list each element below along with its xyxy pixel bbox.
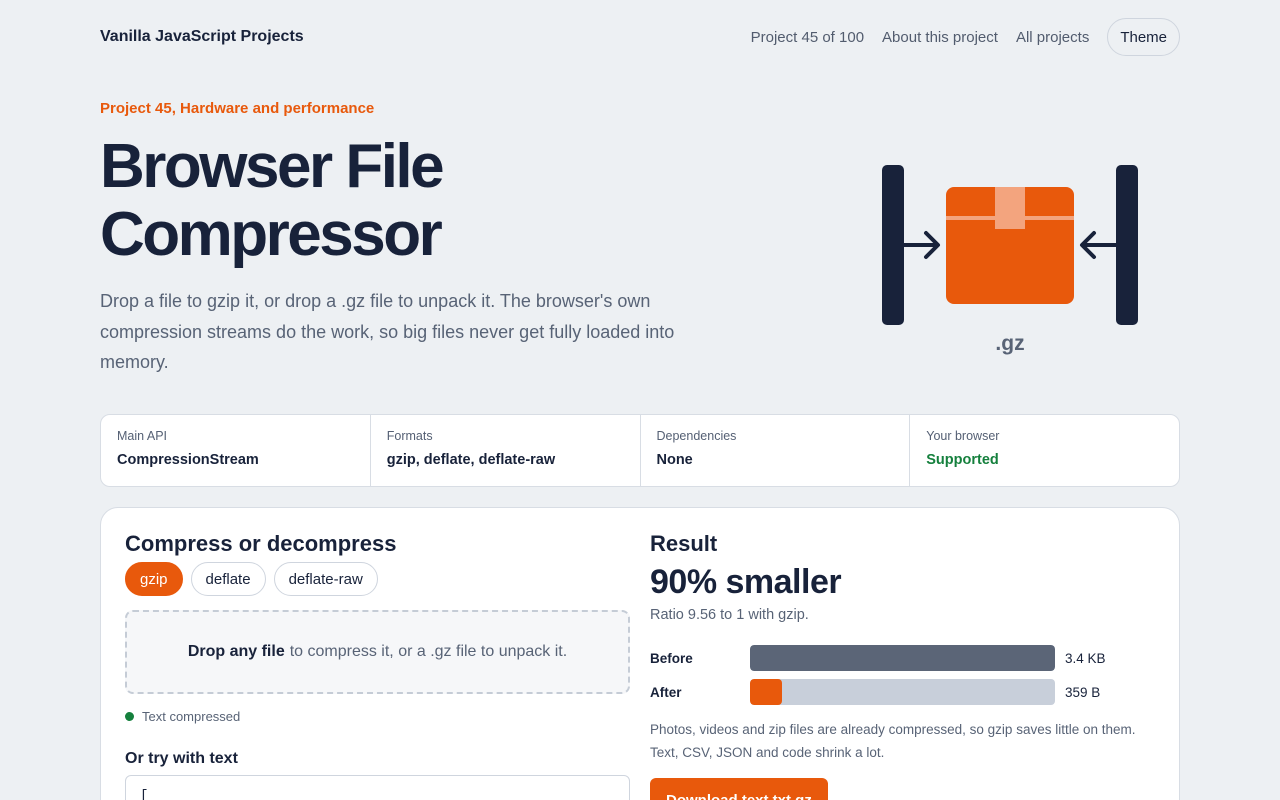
theme-toggle-button[interactable]: Theme: [1107, 18, 1180, 56]
dropzone-text: to compress it, or a .gz file to unpack …: [289, 643, 568, 660]
stat-label: Your browser: [926, 429, 1000, 443]
savings-headline: 90% smaller: [650, 563, 842, 601]
stats-strip: Main API CompressionStream Formats gzip,…: [100, 414, 1180, 487]
before-label: Before: [650, 650, 693, 666]
status-line: Text compressed: [125, 709, 240, 724]
after-size: 359 B: [1065, 684, 1101, 700]
stat-browser-support: Your browser Supported: [910, 415, 1179, 486]
format-selector: gzip deflate deflate-raw: [125, 562, 378, 596]
format-deflate-button[interactable]: deflate: [190, 562, 266, 596]
after-bar-track: [750, 679, 1055, 705]
after-bar-fill: [750, 679, 783, 705]
stat-value: CompressionStream: [117, 452, 259, 468]
page-title: Browser File Compressor: [100, 132, 445, 269]
after-label: After: [650, 684, 682, 700]
dropzone-strong-text: Drop any file: [187, 643, 285, 660]
before-bar-fill: [750, 645, 1055, 671]
try-text-label: Or try with text: [125, 750, 238, 767]
format-gzip-button[interactable]: gzip: [125, 562, 183, 596]
all-projects-link[interactable]: All projects: [1016, 29, 1089, 46]
project-progress-link[interactable]: Project 45 of 100: [751, 29, 864, 46]
compression-note: Photos, videos and zip files are already…: [650, 722, 1136, 760]
file-dropzone[interactable]: Drop any file to compress it, or a .gz f…: [125, 610, 630, 694]
compressor-card: Compress or decompress gzip deflate defl…: [100, 507, 1180, 800]
tool-heading: Compress or decompress: [125, 531, 397, 556]
before-bar-row: Before 3.4 KB: [650, 645, 1130, 671]
top-nav-bar: Vanilla JavaScript Projects Project 45 o…: [100, 18, 1180, 56]
stat-dependencies: Dependencies None: [641, 415, 911, 486]
gz-caption: .gz: [995, 332, 1024, 355]
stat-value: None: [656, 452, 693, 468]
before-bar-track: [750, 645, 1055, 671]
stat-label: Formats: [386, 429, 433, 443]
text-input[interactable]: [125, 775, 630, 800]
site-brand[interactable]: Vanilla JavaScript Projects: [100, 28, 304, 46]
format-deflate-raw-button[interactable]: deflate-raw: [273, 562, 378, 596]
support-status-value: Supported: [926, 452, 999, 468]
stat-label: Dependencies: [656, 429, 737, 443]
ratio-text: Ratio 9.56 to 1 with gzip.: [650, 607, 809, 623]
before-size: 3.4 KB: [1065, 650, 1106, 666]
download-button[interactable]: Download text.txt.gz: [650, 778, 828, 800]
nav-links: Project 45 of 100 About this project All…: [751, 18, 1180, 56]
stat-main-api: Main API CompressionStream: [101, 415, 371, 486]
stat-formats: Formats gzip, deflate, deflate-raw: [371, 415, 641, 486]
project-eyebrow: Project 45, Hardware and performance: [100, 100, 375, 117]
stat-label: Main API: [117, 429, 168, 443]
box-compress-icon: .gz: [882, 165, 1138, 355]
about-project-link[interactable]: About this project: [882, 29, 998, 46]
status-text: Text compressed: [142, 709, 241, 724]
after-bar-row: After 359 B: [650, 679, 1130, 705]
result-heading: Result: [650, 531, 718, 556]
page-description: Drop a file to gzip it, or drop a .gz fi…: [100, 291, 675, 372]
status-dot-icon: [125, 712, 134, 721]
stat-value: gzip, deflate, deflate-raw: [386, 452, 556, 468]
